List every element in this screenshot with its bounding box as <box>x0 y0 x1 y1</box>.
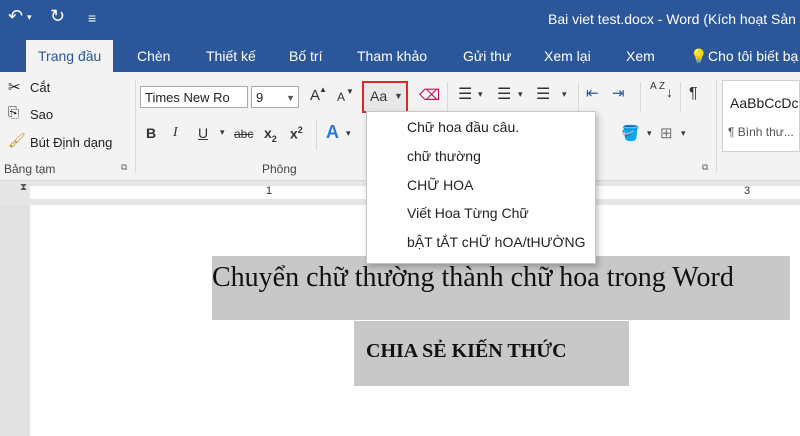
clipboard-group-label: Bảng tạm <box>4 162 56 176</box>
tab-design[interactable]: Thiết kế <box>206 40 256 72</box>
superscript-button[interactable]: x2 <box>290 125 303 142</box>
tab-home[interactable]: Trang đầu <box>26 40 114 72</box>
divider <box>680 82 681 112</box>
window-title: Bai viet test.docx - Word (Kích hoạt Sản <box>548 11 796 27</box>
subscript-mark: 2 <box>271 133 277 144</box>
superscript-mark: 2 <box>297 125 303 135</box>
bullets-icon[interactable]: ☰ <box>458 84 472 104</box>
divider <box>447 82 448 112</box>
styles-gallery[interactable]: AaBbCcDc ¶ Bình thư... <box>722 80 800 152</box>
divider <box>578 82 579 112</box>
superscript-x: x <box>290 125 298 142</box>
tab-layout[interactable]: Bố trí <box>289 40 322 72</box>
clear-formatting-icon[interactable]: ⌫ <box>419 86 440 104</box>
bullets-dropdown-icon[interactable]: ▾ <box>478 89 483 100</box>
tab-references[interactable]: Tham khảo <box>357 40 427 72</box>
shrink-font-arrow-icon: ▼ <box>346 87 354 96</box>
ruler-number: 1 <box>266 185 273 197</box>
shading-dropdown-icon[interactable]: ▾ <box>647 128 652 139</box>
numbering-dropdown-icon[interactable]: ▾ <box>518 89 523 100</box>
subscript-button[interactable]: x2 <box>264 125 277 144</box>
font-name-combo[interactable]: Times New Ro <box>140 86 248 108</box>
decrease-indent-icon[interactable]: ⇤ <box>586 84 599 102</box>
borders-dropdown-icon[interactable]: ▾ <box>681 128 686 139</box>
change-case-button[interactable]: Aa ▼ <box>362 81 408 113</box>
scissors-icon: ✂ <box>8 79 21 96</box>
title-bar: ↶ ▾ ↻ ≡ Bai viet test.docx - Word (Kích … <box>0 0 800 40</box>
shrink-font-button[interactable]: A <box>337 90 345 104</box>
redo-icon[interactable]: ↻ <box>50 6 65 27</box>
divider <box>716 80 717 172</box>
copy-button[interactable]: Sao <box>30 107 53 122</box>
lightbulb-icon: 💡 <box>690 48 708 64</box>
change-case-menu: Chữ hoa đầu câu. chữ thường CHỮ HOA Viết… <box>366 111 596 264</box>
change-case-label: Aa <box>370 88 388 104</box>
cut-button[interactable]: Cắt <box>30 80 50 95</box>
document-line[interactable]: Chuyển chữ thường thành chữ hoa trong Wo… <box>212 262 734 294</box>
tab-insert[interactable]: Chèn <box>137 40 170 72</box>
show-formatting-button[interactable]: ¶ <box>689 85 698 103</box>
shading-icon[interactable]: 🪣 <box>621 124 640 142</box>
multilevel-list-icon[interactable]: ☰ <box>536 84 550 104</box>
customize-icon[interactable]: ≡ <box>88 10 96 26</box>
italic-button[interactable]: I <box>173 125 178 141</box>
ribbon-tabs: Trang đầu Chèn Thiết kế Bố trí Tham khảo… <box>0 40 800 72</box>
chevron-down-icon: ▼ <box>286 93 295 103</box>
divider <box>640 82 641 112</box>
text-effects-dropdown-icon[interactable]: ▾ <box>346 128 351 139</box>
multilevel-dropdown-icon[interactable]: ▾ <box>562 89 567 100</box>
font-name-value: Times New Ro <box>145 90 230 105</box>
copy-icon: ⎘ <box>8 104 20 120</box>
bold-button[interactable]: B <box>146 125 156 141</box>
borders-icon[interactable]: ⊞ <box>660 124 673 142</box>
divider <box>135 80 136 172</box>
paragraph-dialog-launcher-icon[interactable]: ⧉ <box>702 162 708 173</box>
sort-button[interactable]: A Z <box>650 82 665 92</box>
tab-mailings[interactable]: Gửi thư <box>463 40 511 72</box>
style-normal-preview: AaBbCcDc <box>730 95 799 111</box>
subscript-x: x <box>264 125 272 141</box>
undo-icon[interactable]: ↶ <box>8 6 23 27</box>
font-group-label: Phông <box>262 162 297 176</box>
indent-marker-icon[interactable]: ⧗ <box>20 182 27 193</box>
menu-item-capitalize-each-word[interactable]: Viết Hoa Từng Chữ <box>407 205 529 221</box>
text-effects-button[interactable]: A <box>326 122 339 143</box>
strikethrough-button[interactable]: abc <box>234 127 253 141</box>
tell-me-search[interactable]: Cho tôi biết bạ <box>708 40 798 72</box>
chevron-down-icon: ▼ <box>394 91 403 101</box>
font-size-value: 9 <box>256 90 264 105</box>
format-painter-icon: 🖌 <box>8 132 26 148</box>
divider <box>316 120 317 150</box>
underline-dropdown-icon[interactable]: ▾ <box>220 127 225 138</box>
menu-item-lowercase[interactable]: chữ thường <box>407 148 481 164</box>
format-painter-button[interactable]: Bút Định dạng <box>30 135 112 150</box>
font-size-combo[interactable]: 9 ▼ <box>251 86 299 108</box>
style-normal-label: ¶ Bình thư... <box>728 125 794 139</box>
tab-view[interactable]: Xem <box>626 40 655 72</box>
increase-indent-icon[interactable]: ⇥ <box>612 84 625 102</box>
menu-item-uppercase[interactable]: CHỮ HOA <box>407 177 473 193</box>
underline-button[interactable]: U <box>198 125 208 141</box>
ruler-number: 3 <box>744 185 751 197</box>
menu-item-sentence-case[interactable]: Chữ hoa đầu câu. <box>407 119 519 135</box>
tab-review[interactable]: Xem lại <box>544 40 591 72</box>
document-line[interactable]: CHIA SẺ KIẾN THỨC <box>366 340 567 363</box>
sort-arrow-icon: ↓ <box>666 84 673 100</box>
numbering-icon[interactable]: ☰ <box>497 84 511 104</box>
dialog-launcher-icon[interactable]: ⧉ <box>121 162 127 173</box>
grow-font-arrow-icon: ▲ <box>319 85 327 94</box>
undo-dropdown-icon[interactable]: ▾ <box>27 12 32 23</box>
menu-item-toggle-case[interactable]: bẬT tẮT cHỮ hOA/tHƯỜNG <box>407 234 586 250</box>
